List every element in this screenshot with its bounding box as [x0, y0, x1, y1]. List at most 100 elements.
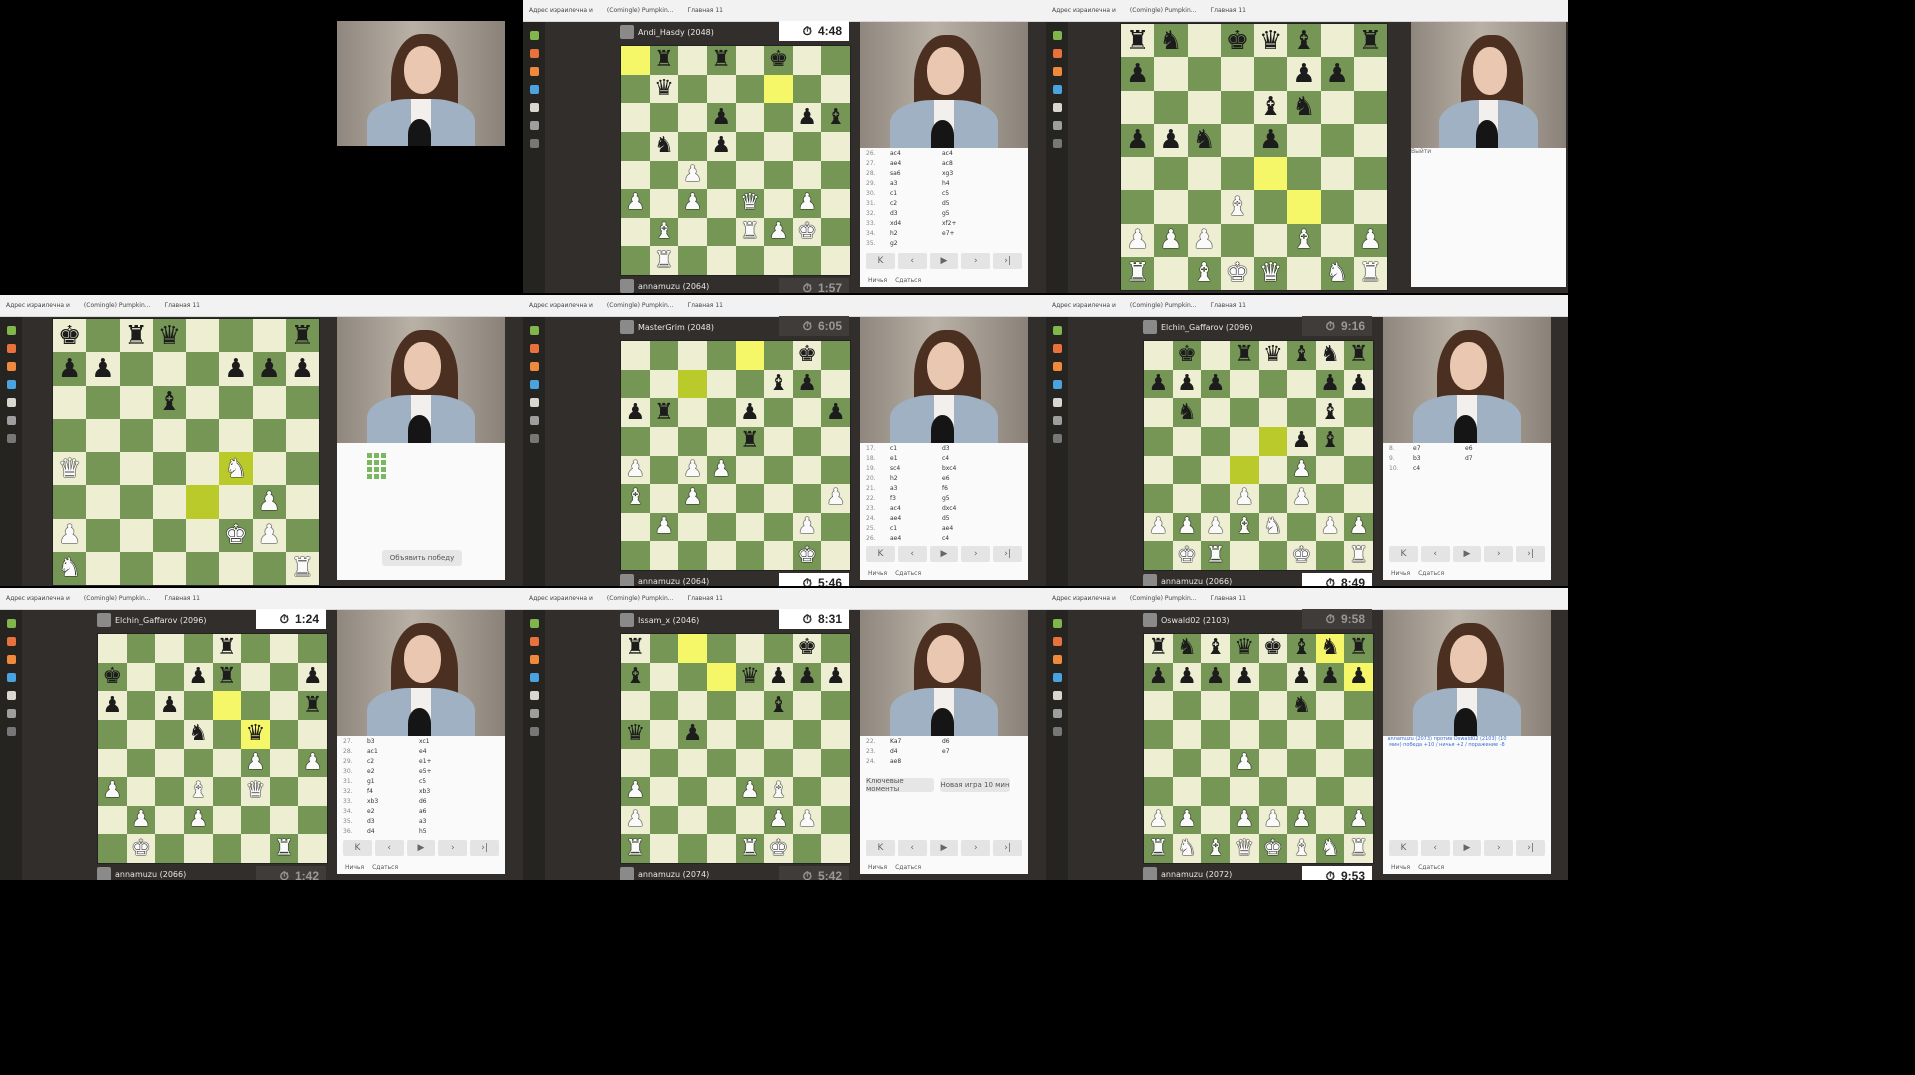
- board-square[interactable]: [1220, 223, 1254, 257]
- bookmark-link[interactable]: (Comingle) Pumpkin...: [1130, 595, 1197, 602]
- board-square[interactable]: ♜: [212, 662, 242, 692]
- chess-piece-pawn[interactable]: ♟: [625, 401, 645, 424]
- chess-piece-pawn[interactable]: ♟: [1177, 809, 1197, 831]
- chess-piece-rook[interactable]: ♜: [1349, 544, 1369, 567]
- social-icon[interactable]: [6, 416, 16, 425]
- move-san[interactable]: c5: [419, 778, 461, 785]
- chess-piece-pawn[interactable]: ♟: [826, 401, 846, 424]
- board-square[interactable]: ♟: [1172, 369, 1202, 399]
- chess-piece-pawn[interactable]: ♟: [1126, 127, 1149, 153]
- move-san[interactable]: e4: [419, 748, 461, 755]
- board-square[interactable]: [706, 74, 736, 104]
- move-number[interactable]: 34.: [866, 230, 880, 237]
- board-square[interactable]: [735, 341, 765, 370]
- chess-piece-queen[interactable]: ♛: [740, 665, 760, 688]
- chess-piece-pawn[interactable]: ♟: [1349, 372, 1369, 395]
- resign-button[interactable]: Сдаться: [1418, 570, 1444, 577]
- move-row[interactable]: 30. c1 c5: [860, 188, 1028, 198]
- board-square[interactable]: [706, 541, 736, 570]
- chess-piece-queen[interactable]: ♛: [1263, 344, 1283, 366]
- board-square[interactable]: ♜: [1201, 541, 1230, 570]
- move-row[interactable]: 24. ae8: [860, 756, 1028, 766]
- board-square[interactable]: ♚: [1172, 341, 1202, 370]
- board-square[interactable]: [155, 834, 184, 863]
- chess-piece-pawn[interactable]: ♟: [797, 665, 817, 688]
- board-square[interactable]: [1229, 541, 1259, 570]
- chess-piece-pawn[interactable]: ♟: [102, 780, 122, 802]
- board-square[interactable]: [764, 341, 793, 370]
- chess-piece-rook[interactable]: ♜: [291, 323, 314, 349]
- panel-exit-link[interactable]: Выйти: [1411, 148, 1566, 155]
- board-square[interactable]: [186, 385, 220, 419]
- move-san[interactable]: h2: [890, 230, 932, 237]
- board-square[interactable]: [1172, 484, 1202, 513]
- board-square[interactable]: ♜: [1144, 834, 1173, 863]
- board-square[interactable]: ♟: [1144, 369, 1173, 399]
- board-square[interactable]: [1258, 719, 1288, 749]
- watch-icon[interactable]: [1052, 85, 1062, 94]
- prev-move-icon[interactable]: ‹: [897, 546, 927, 562]
- more-icon[interactable]: [529, 727, 539, 736]
- chess-piece-queen[interactable]: ♛: [625, 723, 645, 745]
- board-square[interactable]: ♞: [1154, 24, 1188, 58]
- board-square[interactable]: [821, 455, 850, 485]
- move-san[interactable]: d5: [942, 515, 984, 522]
- board-square[interactable]: [152, 418, 186, 452]
- board-square[interactable]: ♞: [1287, 691, 1316, 720]
- puzzle-icon[interactable]: [1052, 344, 1062, 353]
- board-square[interactable]: [706, 484, 736, 513]
- chess-piece-pawn[interactable]: ♟: [1320, 372, 1340, 395]
- board-square[interactable]: ♝: [1315, 426, 1345, 456]
- chess-piece-pawn[interactable]: ♟: [769, 665, 789, 688]
- move-row[interactable]: 29. c2 e1+: [337, 756, 505, 766]
- board-square[interactable]: ♟: [621, 398, 650, 427]
- board-square[interactable]: ♞: [1172, 634, 1202, 663]
- move-san[interactable]: e1+: [419, 758, 461, 765]
- board-square[interactable]: ♟: [1344, 805, 1373, 835]
- move-number[interactable]: 34.: [343, 808, 357, 815]
- resign-button[interactable]: Сдаться: [895, 570, 921, 577]
- board-square[interactable]: [821, 131, 850, 161]
- board-square[interactable]: [269, 748, 299, 778]
- move-number[interactable]: 23.: [866, 505, 880, 512]
- board-square[interactable]: ♟: [1287, 805, 1316, 835]
- move-row[interactable]: 35. g2: [860, 238, 1028, 248]
- move-san[interactable]: ac4: [890, 150, 932, 157]
- chess-piece-pawn[interactable]: ♟: [740, 401, 760, 424]
- board-square[interactable]: [706, 662, 736, 692]
- board-square[interactable]: [621, 160, 650, 190]
- chess-piece-knight[interactable]: ♞: [188, 723, 208, 745]
- chess-piece-pawn[interactable]: ♟: [1259, 127, 1282, 153]
- board-square[interactable]: ♟: [764, 217, 793, 247]
- chess-piece-pawn[interactable]: ♟: [1206, 665, 1226, 688]
- board-square[interactable]: ♜: [1144, 634, 1173, 663]
- board-square[interactable]: ♜: [119, 319, 153, 353]
- board-square[interactable]: [821, 74, 850, 104]
- board-square[interactable]: [649, 484, 679, 513]
- board-square[interactable]: [764, 426, 793, 456]
- chess-piece-pawn[interactable]: ♟: [1263, 809, 1283, 831]
- board-square[interactable]: [186, 485, 220, 519]
- chess-piece-pawn[interactable]: ♟: [797, 192, 817, 214]
- chess-piece-knight[interactable]: ♞: [1292, 94, 1315, 120]
- chess-piece-king[interactable]: ♚: [131, 837, 151, 860]
- board-square[interactable]: ♛: [152, 319, 186, 353]
- first-move-icon[interactable]: K: [866, 253, 895, 269]
- board-square[interactable]: [792, 74, 822, 104]
- board-square[interactable]: [821, 160, 850, 190]
- board-square[interactable]: ♜: [1121, 256, 1155, 290]
- move-row[interactable]: 35. d3 a3: [337, 816, 505, 826]
- board-square[interactable]: [764, 246, 793, 275]
- board-square[interactable]: ♞: [1172, 834, 1202, 863]
- bookmark-link[interactable]: Адрес израилечна и: [1052, 302, 1116, 309]
- board-square[interactable]: [1229, 398, 1259, 427]
- board-square[interactable]: ♚: [792, 541, 822, 570]
- board-square[interactable]: [764, 634, 793, 663]
- bottom-player-info[interactable]: annamuzu (2066): [97, 867, 186, 880]
- board-square[interactable]: [1220, 157, 1254, 191]
- draw-button[interactable]: Ничья: [868, 570, 887, 577]
- chess-piece-pawn[interactable]: ♟: [1148, 372, 1168, 395]
- board-square[interactable]: [1201, 341, 1230, 370]
- board-square[interactable]: [183, 834, 213, 863]
- chess-piece-bishop[interactable]: ♝: [158, 389, 181, 415]
